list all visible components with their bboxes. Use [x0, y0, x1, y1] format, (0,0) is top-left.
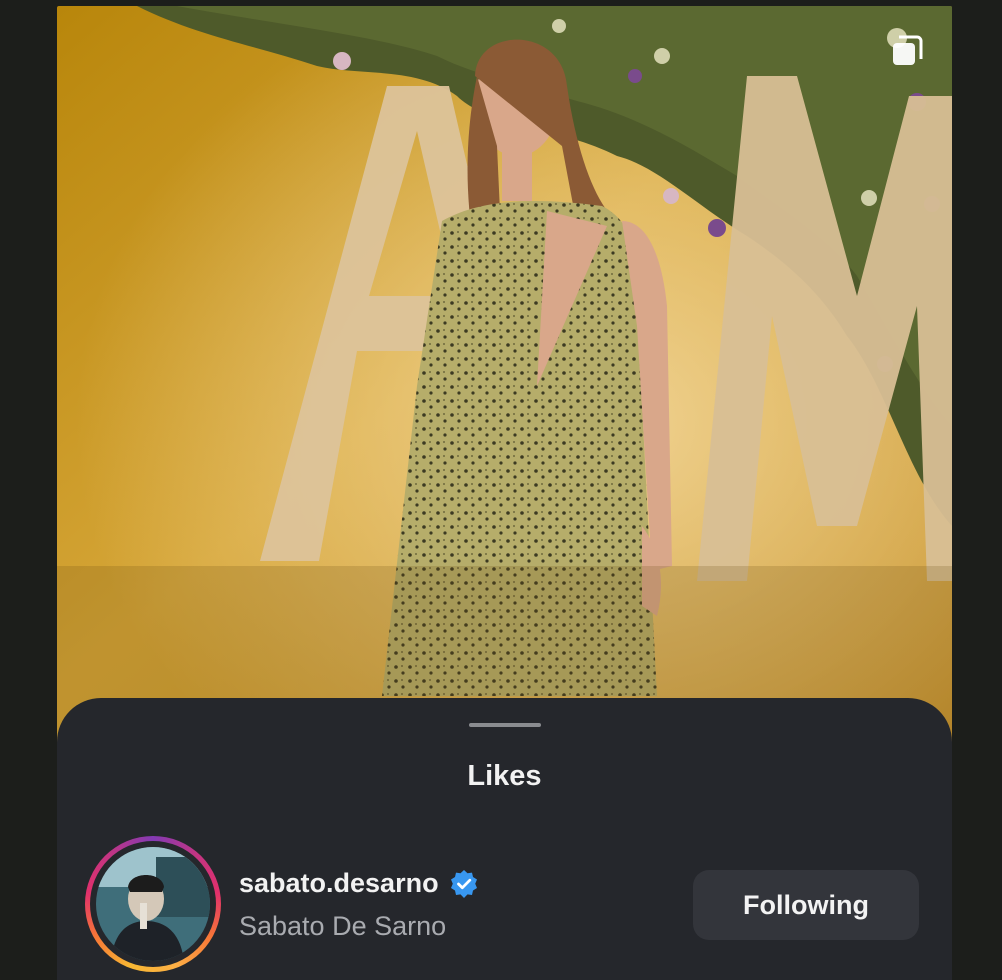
likes-bottom-sheet: Likes sabato.desarno Sabato De Sarno Fol…	[57, 698, 952, 980]
story-ring[interactable]	[85, 836, 221, 972]
verified-badge-icon	[450, 869, 477, 898]
post-photo[interactable]	[57, 6, 952, 766]
sheet-title: Likes	[467, 760, 542, 792]
sheet-drag-handle[interactable]	[469, 723, 541, 727]
avatar	[96, 847, 210, 961]
following-button[interactable]: Following	[693, 870, 919, 940]
screenshot-frame: Likes sabato.desarno Sabato De Sarno Fol…	[0, 0, 1002, 980]
avatar-image	[96, 847, 210, 961]
full-name: Sabato De Sarno	[239, 911, 447, 941]
username-line: sabato.desarno	[239, 868, 479, 899]
like-list-item[interactable]: sabato.desarno Sabato De Sarno Following	[57, 833, 952, 978]
username[interactable]: sabato.desarno	[239, 868, 439, 899]
post-photo-image	[57, 6, 952, 766]
multiple-photos-icon	[893, 35, 923, 65]
